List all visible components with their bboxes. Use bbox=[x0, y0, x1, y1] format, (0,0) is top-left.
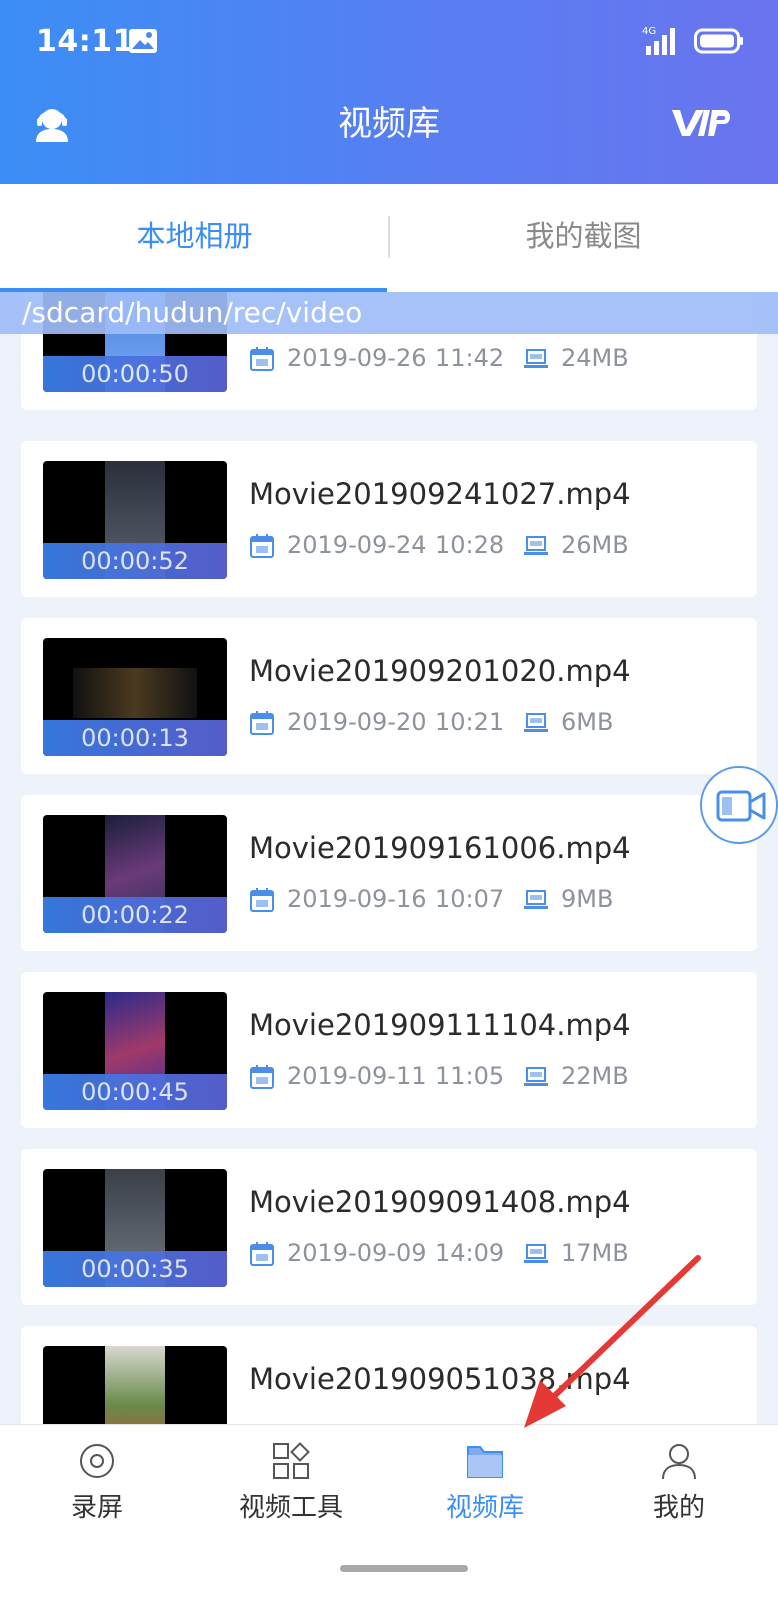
video-size: 9MB bbox=[561, 885, 614, 913]
bottom-navigation: 录屏 视频工具 视频库 我的 bbox=[0, 1424, 778, 1600]
battery-icon bbox=[694, 28, 743, 54]
video-time: 10:21 bbox=[435, 708, 505, 736]
home-indicator[interactable] bbox=[340, 1565, 468, 1572]
video-size: 6MB bbox=[561, 708, 614, 736]
tab-bar: 本地相册 我的截图 bbox=[0, 184, 778, 292]
folder-icon bbox=[467, 1446, 503, 1478]
video-file-name: Movie201909201020.mp4 bbox=[249, 654, 631, 688]
video-date: 2019-09-24 bbox=[287, 531, 427, 559]
video-size: 24MB bbox=[561, 344, 629, 372]
nav-record[interactable]: 录屏 bbox=[0, 1425, 194, 1537]
calendar-icon bbox=[250, 888, 274, 912]
storage-icon bbox=[524, 1244, 548, 1263]
storage-icon bbox=[524, 536, 548, 555]
video-camera-icon bbox=[716, 790, 766, 822]
vip-icon[interactable] bbox=[670, 106, 732, 140]
video-file-name: Movie201909161006.mp4 bbox=[249, 831, 631, 865]
video-time: 14:09 bbox=[435, 1239, 505, 1267]
nav-video-library[interactable]: 视频库 bbox=[388, 1425, 582, 1537]
video-date: 2019-09-11 bbox=[287, 1062, 427, 1090]
video-date: 2019-09-09 bbox=[287, 1239, 427, 1267]
video-thumbnail: 00:00:52 bbox=[43, 461, 227, 579]
app-header: 14:11 4G 视频库 bbox=[0, 0, 778, 184]
video-time: 10:07 bbox=[435, 885, 505, 913]
video-thumbnail: 00:00:35 bbox=[43, 1169, 227, 1287]
video-time: 11:42 bbox=[435, 344, 505, 372]
video-file-name: Movie201909241027.mp4 bbox=[249, 477, 631, 511]
tools-icon bbox=[273, 1442, 310, 1479]
video-thumbnail: 00:00:22 bbox=[43, 815, 227, 933]
page-title: 视频库 bbox=[338, 104, 440, 144]
storage-icon bbox=[524, 713, 548, 732]
video-duration: 00:00:22 bbox=[43, 897, 227, 933]
floating-record-button[interactable] bbox=[700, 766, 778, 844]
video-date: 2019-09-20 bbox=[287, 708, 427, 736]
video-item[interactable]: 00:00:35 Movie201909091408.mp4 2019-09-0… bbox=[21, 1149, 757, 1305]
video-thumbnail: 00:00:13 bbox=[43, 638, 227, 756]
video-thumbnail bbox=[43, 1346, 227, 1424]
video-duration: 00:00:50 bbox=[43, 356, 227, 392]
video-item[interactable]: 00:00:13 Movie201909201020.mp4 2019-09-2… bbox=[21, 618, 757, 774]
record-icon bbox=[80, 1444, 114, 1478]
nav-profile[interactable]: 我的 bbox=[582, 1425, 776, 1537]
video-time: 10:28 bbox=[435, 531, 505, 559]
video-list[interactable]: /sdcard/hudun/rec/video 00:00:50 2019-09… bbox=[0, 292, 778, 1424]
storage-path: /sdcard/hudun/rec/video bbox=[0, 292, 778, 334]
video-file-name: Movie201909091408.mp4 bbox=[249, 1185, 631, 1219]
profile-icon bbox=[662, 1444, 696, 1480]
video-item[interactable]: 00:00:22 Movie201909161006.mp4 2019-09-1… bbox=[21, 795, 757, 951]
video-item[interactable]: Movie201909051038.mp4 bbox=[21, 1326, 757, 1424]
video-time: 11:05 bbox=[435, 1062, 505, 1090]
nav-record-label: 录屏 bbox=[70, 1493, 123, 1523]
signal-icon: 4G bbox=[642, 26, 675, 55]
storage-icon bbox=[524, 890, 548, 909]
calendar-icon bbox=[250, 711, 274, 735]
video-duration: 00:00:13 bbox=[43, 720, 227, 756]
nav-video-tools-label: 视频工具 bbox=[238, 1493, 343, 1523]
nav-profile-label: 我的 bbox=[652, 1493, 705, 1523]
video-duration: 00:00:45 bbox=[43, 1074, 227, 1110]
tab-local-album[interactable]: 本地相册 bbox=[0, 184, 389, 292]
calendar-icon bbox=[250, 534, 274, 558]
video-file-name: Movie201909111104.mp4 bbox=[249, 1008, 631, 1042]
calendar-icon bbox=[250, 1065, 274, 1089]
video-size: 26MB bbox=[561, 531, 629, 559]
network-type: 4G bbox=[642, 26, 656, 37]
video-size: 22MB bbox=[561, 1062, 629, 1090]
video-duration: 00:00:52 bbox=[43, 543, 227, 579]
video-thumbnail: 00:00:45 bbox=[43, 992, 227, 1110]
video-size: 17MB bbox=[561, 1239, 629, 1267]
calendar-icon bbox=[250, 347, 274, 371]
calendar-icon bbox=[250, 1242, 274, 1266]
status-bar: 14:11 4G bbox=[0, 0, 778, 84]
storage-icon bbox=[524, 1067, 548, 1086]
storage-icon bbox=[524, 349, 548, 368]
tab-my-screenshots[interactable]: 我的截图 bbox=[389, 184, 778, 292]
video-duration: 00:00:35 bbox=[43, 1251, 227, 1287]
video-item[interactable]: 00:00:45 Movie201909111104.mp4 2019-09-1… bbox=[21, 972, 757, 1128]
video-file-name: Movie201909051038.mp4 bbox=[249, 1362, 631, 1396]
image-notification-icon bbox=[129, 29, 157, 53]
status-time: 14:11 bbox=[36, 24, 134, 59]
nav-video-library-label: 视频库 bbox=[445, 1493, 524, 1523]
video-date: 2019-09-16 bbox=[287, 885, 427, 913]
video-item[interactable]: 00:00:52 Movie201909241027.mp4 2019-09-2… bbox=[21, 441, 757, 597]
video-date: 2019-09-26 bbox=[287, 344, 427, 372]
nav-video-tools[interactable]: 视频工具 bbox=[194, 1425, 388, 1537]
